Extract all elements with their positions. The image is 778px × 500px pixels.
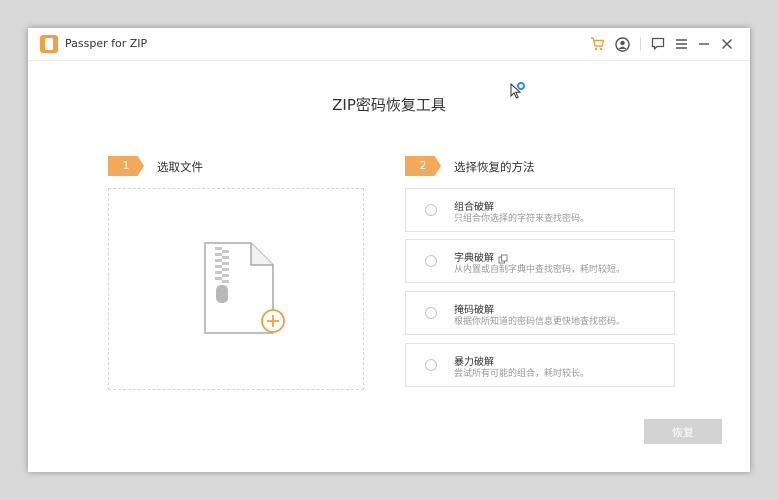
title-bar-separator bbox=[640, 37, 641, 51]
option-description: 尝试所有可能的组合，耗时较长。 bbox=[454, 369, 590, 379]
step-select-method: 2 选择恢复的方法 bbox=[405, 156, 655, 176]
step-label: 选取文件 bbox=[157, 160, 203, 174]
option-description: 只组合你选择的字符来查找密码。 bbox=[454, 214, 590, 224]
feedback-icon[interactable] bbox=[650, 36, 666, 52]
step-number-badge: 2 bbox=[405, 156, 441, 176]
option-description: 根据你所知道的密码信息更快地查找密码。 bbox=[454, 317, 626, 327]
account-icon[interactable] bbox=[614, 36, 630, 52]
option-description: 从内置或自制字典中查找密码，耗时较短。 bbox=[454, 265, 626, 275]
add-zip-file-icon[interactable] bbox=[203, 241, 287, 341]
option-brute-force-attack[interactable]: 暴力破解 尝试所有可能的组合，耗时较长。 bbox=[405, 343, 675, 387]
mouse-cursor-icon bbox=[510, 82, 528, 104]
menu-icon[interactable] bbox=[673, 36, 689, 52]
title-bar: Passper for ZIP bbox=[28, 28, 750, 61]
radio-button[interactable] bbox=[425, 307, 437, 319]
step-number-badge: 1 bbox=[108, 156, 144, 176]
option-combination-attack[interactable]: 组合破解 只组合你选择的字符来查找密码。 bbox=[405, 188, 675, 232]
option-mask-attack[interactable]: 掩码破解 根据你所知道的密码信息更快地查找密码。 bbox=[405, 291, 675, 335]
file-drop-zone[interactable] bbox=[108, 188, 364, 390]
page-title: ZIP密码恢复工具 bbox=[332, 96, 446, 114]
app-logo-icon bbox=[40, 35, 58, 53]
step-select-file: 1 选取文件 bbox=[108, 156, 308, 176]
cart-icon[interactable] bbox=[589, 36, 605, 52]
recover-button[interactable]: 恢复 bbox=[644, 419, 722, 444]
app-window: Passper for ZIP ZIP密码恢复工具 1 选取文件 2 选择恢复的… bbox=[28, 28, 750, 472]
app-title: Passper for ZIP bbox=[65, 37, 148, 50]
close-icon[interactable] bbox=[719, 36, 735, 52]
minimize-icon[interactable] bbox=[696, 36, 712, 52]
radio-button[interactable] bbox=[425, 359, 437, 371]
step-label: 选择恢复的方法 bbox=[454, 160, 535, 174]
option-dictionary-attack[interactable]: 字典破解 从内置或自制字典中查找密码，耗时较短。 bbox=[405, 239, 675, 283]
radio-button[interactable] bbox=[425, 204, 437, 216]
radio-button[interactable] bbox=[425, 255, 437, 267]
